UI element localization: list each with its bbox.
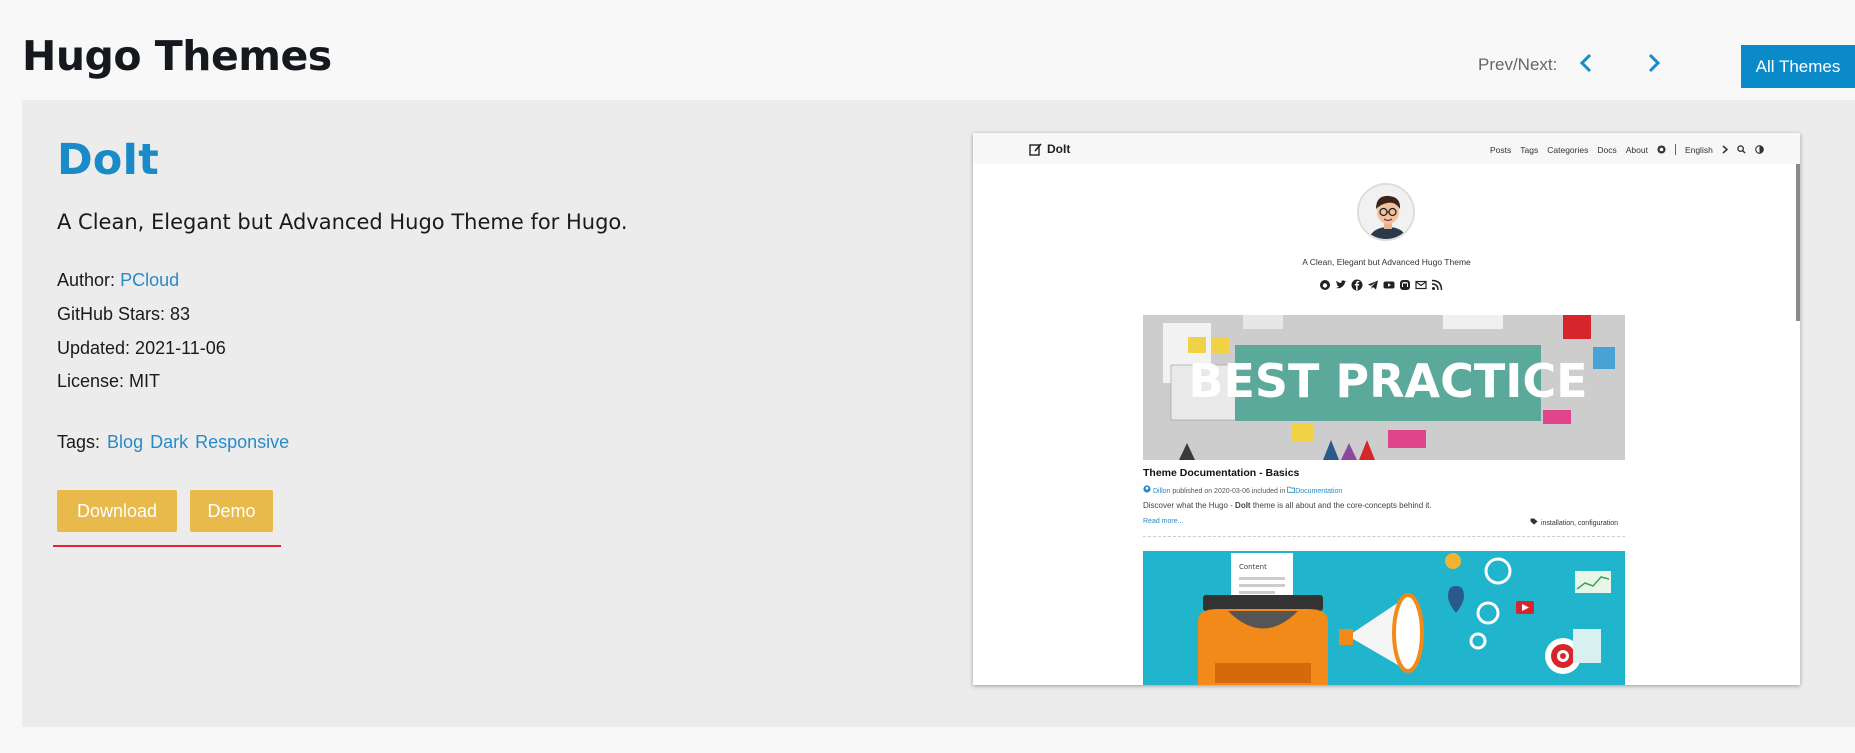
preview-summary-post: theme is all about and the core-concepts… bbox=[1250, 501, 1432, 510]
author-label: Author: bbox=[57, 270, 116, 290]
red-underline bbox=[53, 545, 281, 547]
all-themes-button[interactable]: All Themes bbox=[1741, 45, 1855, 88]
edit-icon bbox=[1029, 142, 1042, 156]
next-theme-button[interactable] bbox=[1643, 50, 1665, 76]
preview-post-summary: Discover what the Hugo - DoIt theme is a… bbox=[1143, 501, 1432, 510]
preview-summary-bold: DoIt bbox=[1235, 501, 1251, 510]
preview-featured-image-2: Content bbox=[1143, 551, 1625, 685]
preview-language: English bbox=[1684, 144, 1713, 155]
preview-tagline: A Clean, Elegant but Advanced Hugo Theme bbox=[1302, 257, 1471, 267]
tag-link-blog[interactable]: Blog bbox=[107, 432, 143, 452]
best-practice-banner: BEST PRACTICE bbox=[1143, 315, 1625, 460]
preview-post-category: Documentation bbox=[1295, 488, 1343, 495]
preview-post-divider bbox=[1143, 536, 1625, 537]
preview-post-tags-text: installation, configuration bbox=[1540, 520, 1619, 527]
preview-post-tags: installation, configuration bbox=[1530, 518, 1618, 527]
preview-post-author: Dillon bbox=[1152, 488, 1171, 495]
chevron-right-icon bbox=[1722, 145, 1728, 154]
license: License: MIT bbox=[57, 371, 161, 391]
preview-nav-tags: Tags bbox=[1520, 144, 1539, 155]
tags-line: Tags: Blog Dark Responsive bbox=[57, 432, 289, 453]
preview-featured-image-1: BEST PRACTICE bbox=[1143, 315, 1625, 460]
preview-nav-docs: Docs bbox=[1597, 144, 1617, 155]
preview-nav-categories: Categories bbox=[1547, 144, 1589, 155]
search-icon bbox=[1737, 145, 1746, 154]
prev-next-label: Prev/Next: bbox=[1478, 55, 1558, 74]
demo-button[interactable]: Demo bbox=[190, 490, 273, 532]
rss-icon bbox=[1431, 278, 1443, 291]
content-marketing-illustration: Content bbox=[1143, 551, 1625, 685]
prev-theme-button[interactable] bbox=[1575, 50, 1597, 76]
chevron-left-icon bbox=[1579, 53, 1592, 73]
chevron-right-icon bbox=[1648, 53, 1661, 73]
download-button[interactable]: Download bbox=[57, 490, 177, 532]
avatar-illustration bbox=[1359, 185, 1413, 239]
github-stars: GitHub Stars: 83 bbox=[57, 304, 191, 324]
preview-logo: DoIt bbox=[1029, 142, 1070, 156]
preview-post-title: Theme Documentation - Basics bbox=[1143, 467, 1300, 479]
tag-link-dark[interactable]: Dark bbox=[150, 432, 188, 452]
preview-nav-posts: Posts bbox=[1490, 144, 1512, 155]
preview-nav-separator bbox=[1674, 144, 1676, 155]
author-line: Author: PCloud bbox=[57, 270, 179, 291]
updated-date: Updated: 2021-11-06 bbox=[57, 338, 226, 358]
preview-nav-about: About bbox=[1625, 144, 1648, 155]
telegram-icon bbox=[1367, 278, 1379, 290]
theme-description: A Clean, Elegant but Advanced Hugo Theme… bbox=[57, 210, 628, 234]
preview-social-icons bbox=[1319, 278, 1443, 291]
github-icon bbox=[1657, 145, 1666, 154]
user-icon bbox=[1143, 485, 1151, 493]
preview-header: DoIt Posts Tags Categories Docs About En… bbox=[973, 133, 1800, 164]
preview-nav: Posts Tags Categories Docs About English bbox=[1490, 144, 1764, 155]
preview-read-more: Read more... bbox=[1143, 518, 1184, 525]
site-title: Hugo Themes bbox=[22, 32, 332, 80]
theme-name: DoIt bbox=[57, 135, 159, 185]
email-icon bbox=[1415, 278, 1427, 290]
facebook-icon bbox=[1351, 278, 1363, 291]
author-link[interactable]: PCloud bbox=[120, 270, 179, 290]
youtube-icon bbox=[1383, 278, 1395, 290]
tags-icon bbox=[1530, 518, 1538, 525]
tags-label: Tags: bbox=[57, 432, 101, 452]
preview-post-meta: Dillon published on 2020-03-06 included … bbox=[1143, 485, 1342, 495]
banner-text: BEST PRACTICE bbox=[1188, 354, 1587, 408]
theme-toggle-icon bbox=[1755, 145, 1764, 154]
tag-link-responsive[interactable]: Responsive bbox=[195, 432, 289, 452]
preview-avatar bbox=[1357, 183, 1415, 241]
paper-caption: Content bbox=[1239, 563, 1267, 571]
theme-screenshot: DoIt Posts Tags Categories Docs About En… bbox=[973, 133, 1800, 685]
preview-post-meta-text: published on 2020-03-06 included in bbox=[1170, 488, 1288, 495]
mastodon-icon bbox=[1399, 278, 1411, 290]
preview-logo-text: DoIt bbox=[1047, 142, 1071, 156]
twitter-icon bbox=[1335, 278, 1347, 290]
github-icon bbox=[1319, 278, 1331, 290]
preview-summary-pre: Discover what the Hugo - bbox=[1143, 501, 1236, 510]
